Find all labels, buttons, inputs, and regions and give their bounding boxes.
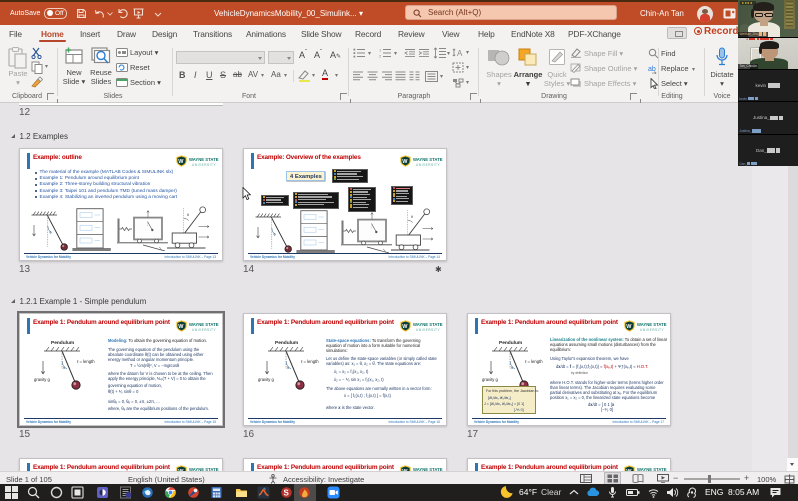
svg-text:W: W (402, 324, 408, 330)
svg-text:W: W (178, 324, 184, 330)
svg-text:W: W (178, 159, 184, 165)
svg-text:W: W (402, 159, 408, 165)
svg-text:1: 1 (379, 48, 382, 53)
svg-text:A: A (457, 49, 463, 58)
svg-text:2: 2 (379, 54, 382, 59)
svg-text:W: W (626, 324, 632, 330)
svg-text:S: S (284, 489, 290, 498)
